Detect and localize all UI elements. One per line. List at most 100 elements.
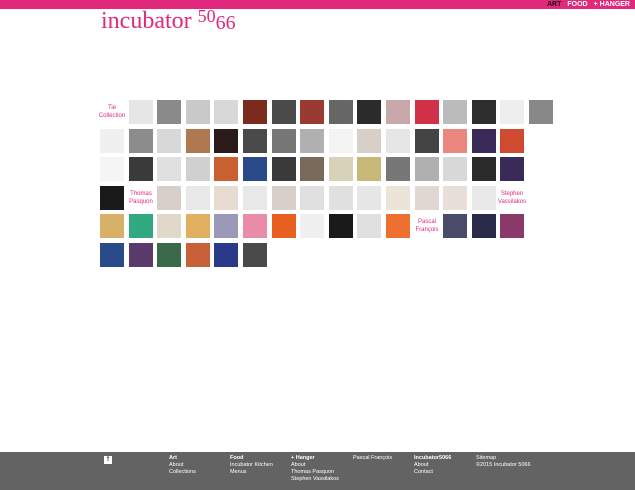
artwork-thumbnail[interactable] <box>443 214 467 238</box>
logo[interactable]: incubator 5066 <box>101 6 236 34</box>
artwork-thumbnail[interactable] <box>157 186 181 210</box>
artwork-thumbnail[interactable] <box>300 157 324 181</box>
artwork-thumbnail[interactable] <box>243 243 267 267</box>
artwork-thumbnail[interactable] <box>272 186 296 210</box>
artwork-thumbnail[interactable] <box>100 129 124 153</box>
artwork-thumbnail[interactable] <box>243 214 267 238</box>
artwork-thumbnail[interactable] <box>443 129 467 153</box>
footer-art-heading[interactable]: Art <box>169 455 196 462</box>
artwork-thumbnail[interactable] <box>443 186 467 210</box>
facebook-icon[interactable]: f <box>104 456 112 464</box>
footer-incubator-heading[interactable]: Incubator5066 <box>414 455 451 462</box>
artwork-thumbnail[interactable] <box>272 157 296 181</box>
artwork-thumbnail[interactable] <box>129 214 153 238</box>
collection-label-pascal[interactable]: Pascal François <box>415 214 439 238</box>
artwork-thumbnail[interactable] <box>415 100 439 124</box>
artwork-thumbnail[interactable] <box>443 100 467 124</box>
artwork-thumbnail[interactable] <box>157 157 181 181</box>
artwork-thumbnail[interactable] <box>500 214 524 238</box>
artwork-thumbnail[interactable] <box>100 214 124 238</box>
artwork-thumbnail[interactable] <box>272 100 296 124</box>
footer-pascal-link[interactable]: Pascal François <box>353 455 392 462</box>
artwork-thumbnail[interactable] <box>357 186 381 210</box>
artwork-thumbnail[interactable] <box>157 214 181 238</box>
footer-link[interactable]: About <box>169 462 196 469</box>
artwork-thumbnail[interactable] <box>443 157 467 181</box>
artwork-thumbnail[interactable] <box>186 157 210 181</box>
artwork-thumbnail[interactable] <box>472 214 496 238</box>
artwork-thumbnail[interactable] <box>100 157 124 181</box>
artwork-thumbnail[interactable] <box>214 214 238 238</box>
artwork-thumbnail[interactable] <box>300 100 324 124</box>
artwork-thumbnail[interactable] <box>329 157 353 181</box>
collection-label-tie[interactable]: Tie Collection <box>99 100 125 124</box>
footer-link[interactable]: About <box>414 462 451 469</box>
artwork-thumbnail[interactable] <box>272 129 296 153</box>
artwork-thumbnail[interactable] <box>157 129 181 153</box>
artwork-thumbnail[interactable] <box>329 186 353 210</box>
artwork-thumbnail[interactable] <box>415 186 439 210</box>
artwork-thumbnail[interactable] <box>129 100 153 124</box>
artwork-thumbnail[interactable] <box>129 129 153 153</box>
artwork-thumbnail[interactable] <box>300 129 324 153</box>
footer-link[interactable]: Collections <box>169 469 196 476</box>
artwork-thumbnail[interactable] <box>386 157 410 181</box>
artwork-thumbnail[interactable] <box>243 100 267 124</box>
artwork-thumbnail[interactable] <box>357 157 381 181</box>
artwork-thumbnail[interactable] <box>472 157 496 181</box>
artwork-thumbnail[interactable] <box>157 100 181 124</box>
artwork-thumbnail[interactable] <box>357 214 381 238</box>
artwork-thumbnail[interactable] <box>272 214 296 238</box>
artwork-thumbnail[interactable] <box>186 129 210 153</box>
artwork-thumbnail[interactable] <box>214 243 238 267</box>
artwork-thumbnail[interactable] <box>500 100 524 124</box>
collection-label-stephen[interactable]: Stephen Vassilakos <box>498 186 526 210</box>
artwork-thumbnail[interactable] <box>386 100 410 124</box>
artwork-thumbnail[interactable] <box>329 129 353 153</box>
artwork-thumbnail[interactable] <box>500 129 524 153</box>
artwork-thumbnail[interactable] <box>500 157 524 181</box>
footer-hanger-heading[interactable]: + Hanger <box>291 455 339 462</box>
artwork-thumbnail[interactable] <box>415 157 439 181</box>
artwork-thumbnail[interactable] <box>214 129 238 153</box>
collection-label-thomas[interactable]: Thomas Pasquon <box>129 186 153 210</box>
nav-art-link[interactable]: ART <box>547 0 561 9</box>
artwork-thumbnail[interactable] <box>214 157 238 181</box>
artwork-thumbnail[interactable] <box>472 186 496 210</box>
artwork-thumbnail[interactable] <box>243 186 267 210</box>
artwork-thumbnail[interactable] <box>529 100 553 124</box>
footer-link[interactable]: About <box>291 462 339 469</box>
artwork-thumbnail[interactable] <box>300 186 324 210</box>
footer-link[interactable]: Incubator Kitchen <box>230 462 273 469</box>
artwork-thumbnail[interactable] <box>386 129 410 153</box>
footer-link[interactable]: Thomas Pasquon <box>291 469 339 476</box>
artwork-thumbnail[interactable] <box>100 186 124 210</box>
footer-food-heading[interactable]: Food <box>230 455 273 462</box>
artwork-thumbnail[interactable] <box>300 214 324 238</box>
artwork-thumbnail[interactable] <box>100 243 124 267</box>
artwork-thumbnail[interactable] <box>472 129 496 153</box>
footer-sitemap-link[interactable]: Sitemap <box>476 455 531 462</box>
nav-hanger-link[interactable]: + HANGER <box>594 0 630 9</box>
artwork-thumbnail[interactable] <box>472 100 496 124</box>
footer-link[interactable]: Contact <box>414 469 451 476</box>
artwork-thumbnail[interactable] <box>129 157 153 181</box>
artwork-thumbnail[interactable] <box>357 129 381 153</box>
artwork-thumbnail[interactable] <box>157 243 181 267</box>
artwork-thumbnail[interactable] <box>329 100 353 124</box>
artwork-thumbnail[interactable] <box>415 129 439 153</box>
artwork-thumbnail[interactable] <box>243 129 267 153</box>
footer-link[interactable]: Stephen Vassilakos <box>291 476 339 483</box>
nav-food-link[interactable]: FOOD <box>567 0 587 9</box>
artwork-thumbnail[interactable] <box>214 186 238 210</box>
artwork-thumbnail[interactable] <box>186 214 210 238</box>
artwork-thumbnail[interactable] <box>186 100 210 124</box>
footer-link[interactable]: Menus <box>230 469 273 476</box>
artwork-thumbnail[interactable] <box>386 214 410 238</box>
artwork-thumbnail[interactable] <box>386 186 410 210</box>
artwork-thumbnail[interactable] <box>186 243 210 267</box>
artwork-thumbnail[interactable] <box>243 157 267 181</box>
artwork-thumbnail[interactable] <box>214 100 238 124</box>
artwork-thumbnail[interactable] <box>357 100 381 124</box>
artwork-thumbnail[interactable] <box>186 186 210 210</box>
